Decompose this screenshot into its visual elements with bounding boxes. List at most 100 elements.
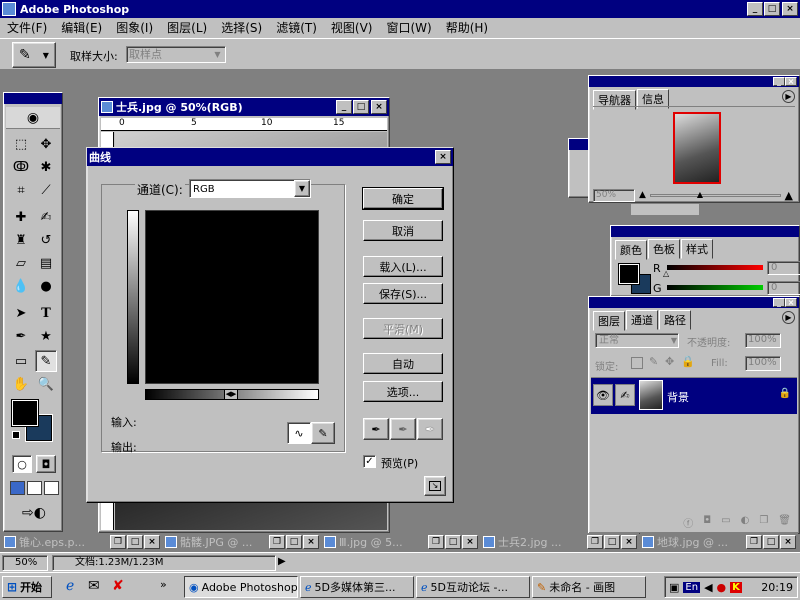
menu-help[interactable]: 帮助(H) [439,18,495,38]
curves-close-button[interactable]: × [435,150,451,164]
status-zoom-field[interactable]: 50% [2,555,48,571]
restore-icon[interactable]: ❐ [428,535,444,549]
maximize-icon[interactable]: □ [445,535,461,549]
layer-style-icon[interactable]: ⓕ [683,515,693,531]
gradient-toggle-icon[interactable]: ◀▶ [224,389,238,400]
image-close-button[interactable]: × [371,100,387,114]
load-button[interactable]: 载入(L)... [363,256,443,277]
minimized-doc-5[interactable]: 地球.jpg @ ... ❐ □ × [640,533,798,551]
green-value[interactable]: 0 [767,281,800,295]
eraser-tool-icon[interactable]: ▱ [10,252,32,274]
trash-icon[interactable]: 🗑 [778,515,791,531]
black-point-eyedropper[interactable]: ✒ [363,418,389,440]
zoom-slider-track[interactable]: ▲ [649,190,781,199]
menu-layer[interactable]: 图层(L) [160,18,214,38]
tray-app-icon[interactable]: ● [717,581,727,594]
cancel-button[interactable]: 取消 [363,220,443,241]
tab-channels[interactable]: 通道 [626,310,658,330]
curve-point-tool[interactable]: ∿ [287,422,311,444]
menu-file[interactable]: 文件(F) [0,18,54,38]
tab-paths[interactable]: 路径 [659,310,691,330]
expand-graph-button[interactable]: ↘ [424,476,446,496]
ok-button[interactable]: 确定 [362,187,444,210]
quicklaunch-app-icon[interactable]: ✘ [112,578,124,594]
adjustment-layer-icon[interactable]: ◐ [741,515,750,531]
eyedropper-tool-icon[interactable]: ✎ [35,350,57,372]
screen-mode-full-icon[interactable] [44,481,59,495]
shape-tool-icon[interactable]: ★ [35,325,57,347]
navigator-thumbnail[interactable] [673,112,721,184]
minimized-doc-2[interactable]: 骷髅.JPG @ ... ❐ □ × [163,533,321,551]
task-5d-forum[interactable]: ℯ 5D互动论坛 -... [416,576,530,598]
move-tool-icon[interactable]: ✥ [35,133,57,155]
clone-stamp-tool-icon[interactable]: ♜ [10,229,32,251]
magic-wand-tool-icon[interactable]: ✱ [35,156,57,178]
quicklaunch-more-icon[interactable]: » [160,578,167,591]
panel-menu-arrow-icon[interactable]: ▶ [782,90,795,103]
menu-view[interactable]: 视图(V) [324,18,380,38]
opacity-field[interactable]: 100% [745,333,781,348]
menu-edit[interactable]: 编辑(E) [54,18,109,38]
minimized-doc-1[interactable]: 锥心.eps.p... ❐ □ × [2,533,162,551]
curve-graph[interactable] [145,210,319,384]
red-slider[interactable] [667,265,763,270]
history-brush-tool-icon[interactable]: ↺ [35,229,57,251]
start-button[interactable]: ⊞ 开始 [2,576,52,598]
healing-brush-tool-icon[interactable]: ✚ [10,206,32,228]
lock-all-icon[interactable]: 🔒 [681,355,695,368]
screen-mode-menu-icon[interactable] [27,481,42,495]
task-5d-multimedia[interactable]: ℯ 5D多媒体第三... [300,576,414,598]
zoom-out-icon[interactable]: ▲ [639,190,646,200]
lock-transparency-icon[interactable] [631,357,643,369]
type-tool-icon[interactable]: T [35,302,57,324]
maximize-icon[interactable]: □ [763,535,779,549]
quicklaunch-ie-icon[interactable]: ℯ [66,578,74,594]
input-gradient-bar[interactable]: ◀▶ [145,389,319,400]
notes-tool-icon[interactable]: ▭ [10,350,32,372]
menu-select[interactable]: 选择(S) [214,18,269,38]
quick-mask-mode-icon[interactable]: ◘ [36,455,56,473]
path-select-tool-icon[interactable]: ➤ [10,302,32,324]
task-paint[interactable]: ✎ 未命名 - 画图 [532,576,646,598]
save-button[interactable]: 保存(S)... [363,283,443,304]
zoom-slider-thumb[interactable]: ▲ [697,190,703,199]
navigator-close-button[interactable]: × [785,77,797,86]
navigator-minimize-button[interactable]: _ [773,77,785,86]
layer-mask-icon[interactable]: ◘ [703,515,711,531]
close-icon[interactable]: × [144,535,160,549]
gradient-tool-icon[interactable]: ▤ [35,252,57,274]
status-menu-arrow-icon[interactable]: ▶ [278,556,286,567]
restore-icon[interactable]: ❐ [110,535,126,549]
tray-network-icon[interactable]: ▣ [669,581,679,594]
default-colors-icon[interactable] [12,431,20,439]
brush-tool-icon[interactable]: ✍ [35,206,57,228]
quicklaunch-desktop-icon[interactable]: ✉ [88,578,100,594]
restore-icon[interactable]: ❐ [587,535,603,549]
smooth-button[interactable]: 平滑(M) [363,318,443,339]
jump-to-imageready-icon[interactable]: ⇨◐ [12,503,56,523]
lock-move-icon[interactable]: ✥ [665,355,674,368]
fill-field[interactable]: 100% [745,356,781,371]
image-minimize-button[interactable]: _ [336,100,352,114]
dodge-tool-icon[interactable]: ● [35,275,57,297]
panel-menu-arrow-icon[interactable]: ▶ [782,311,795,324]
tab-swatches[interactable]: 色板 [648,239,680,259]
layers-close-button[interactable]: × [785,298,797,307]
tray-language[interactable]: En [683,581,701,593]
minimized-doc-4[interactable]: 士兵2.jpg ... ❐ □ × [481,533,639,551]
tray-k-icon[interactable]: K [730,581,742,593]
crop-tool-icon[interactable]: ⌗ [10,179,32,201]
menu-filter[interactable]: 滤镜(T) [269,18,324,38]
restore-icon[interactable]: ❐ [269,535,285,549]
new-layer-icon[interactable]: ❐ [759,515,768,531]
options-button[interactable]: 选项... [363,381,443,402]
zoom-in-icon[interactable]: ▲ [785,189,793,202]
minimized-doc-3[interactable]: Ⅲ.jpg @ 5... ❐ □ × [322,533,480,551]
app-close-button[interactable]: × [782,2,798,16]
app-restore-button[interactable]: □ [764,2,780,16]
eye-icon[interactable]: 👁 [593,384,613,406]
menu-image[interactable]: 图象(I) [109,18,160,38]
curve-pencil-tool[interactable]: ✎ [311,422,335,444]
lasso-tool-icon[interactable]: ↂ [10,156,32,178]
close-icon[interactable]: × [780,535,796,549]
